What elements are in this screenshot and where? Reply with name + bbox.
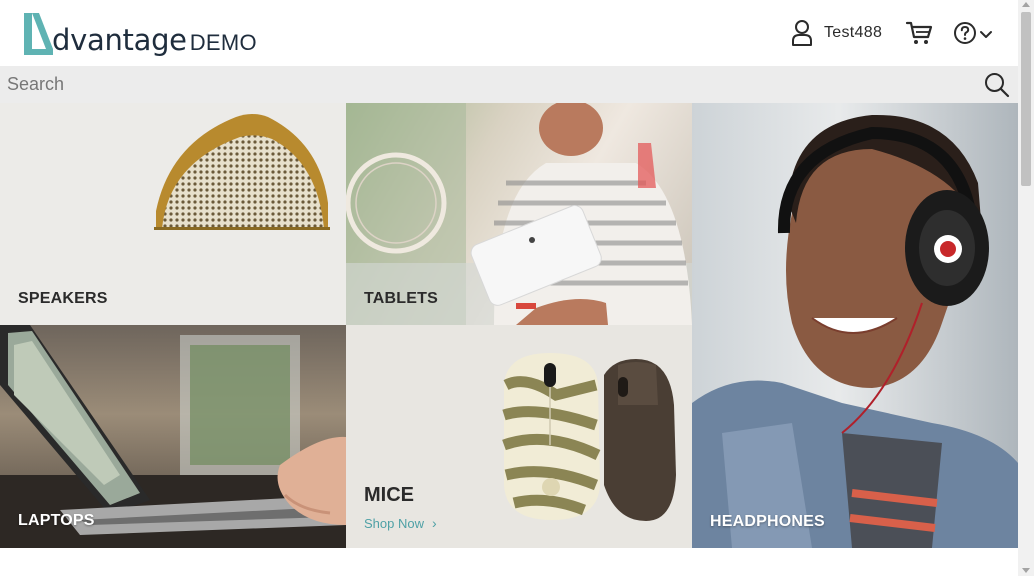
site-header: dvantage DEMO Test488 bbox=[0, 0, 1018, 66]
category-tile-tablets[interactable]: TABLETS bbox=[346, 103, 692, 325]
scrollbar-thumb[interactable] bbox=[1021, 12, 1031, 186]
user-icon bbox=[790, 19, 814, 47]
page-scrollbar[interactable] bbox=[1018, 0, 1034, 576]
category-label-mice: MICE bbox=[364, 484, 414, 506]
user-name: Test488 bbox=[824, 24, 883, 41]
category-tile-mice[interactable]: MICE Shop Now › bbox=[346, 325, 692, 548]
search-input[interactable] bbox=[0, 66, 960, 103]
brand-logo[interactable]: dvantage DEMO bbox=[22, 9, 257, 57]
category-label-headphones: HEADPHONES bbox=[710, 513, 825, 530]
brand-name: dvantage bbox=[52, 23, 187, 57]
search-icon[interactable] bbox=[983, 71, 1011, 99]
advantage-logo-icon bbox=[22, 11, 56, 57]
user-menu[interactable]: Test488 bbox=[790, 18, 882, 48]
cart-icon[interactable] bbox=[905, 19, 933, 47]
chevron-right-icon: › bbox=[431, 515, 437, 531]
category-label-tablets: TABLETS bbox=[364, 290, 438, 307]
brand-suffix: DEMO bbox=[189, 30, 257, 55]
scroll-down-arrow-icon[interactable] bbox=[1022, 568, 1030, 573]
category-label-speakers: SPEAKERS bbox=[18, 290, 108, 307]
category-tile-laptops[interactable]: LAPTOPS bbox=[0, 325, 346, 548]
chevron-down-icon[interactable] bbox=[979, 27, 993, 38]
shop-now-label: Shop Now bbox=[364, 515, 424, 531]
scroll-up-arrow-icon[interactable] bbox=[1022, 2, 1030, 7]
help-icon[interactable] bbox=[953, 21, 977, 45]
headphones-image bbox=[692, 114, 1018, 548]
search-bar bbox=[0, 66, 1018, 103]
category-tile-headphones[interactable]: HEADPHONES bbox=[692, 103, 1018, 548]
category-label-laptops: LAPTOPS bbox=[18, 512, 95, 529]
category-tile-speakers[interactable]: SPEAKERS bbox=[0, 103, 346, 325]
shop-now-link[interactable]: Shop Now › bbox=[364, 515, 437, 531]
